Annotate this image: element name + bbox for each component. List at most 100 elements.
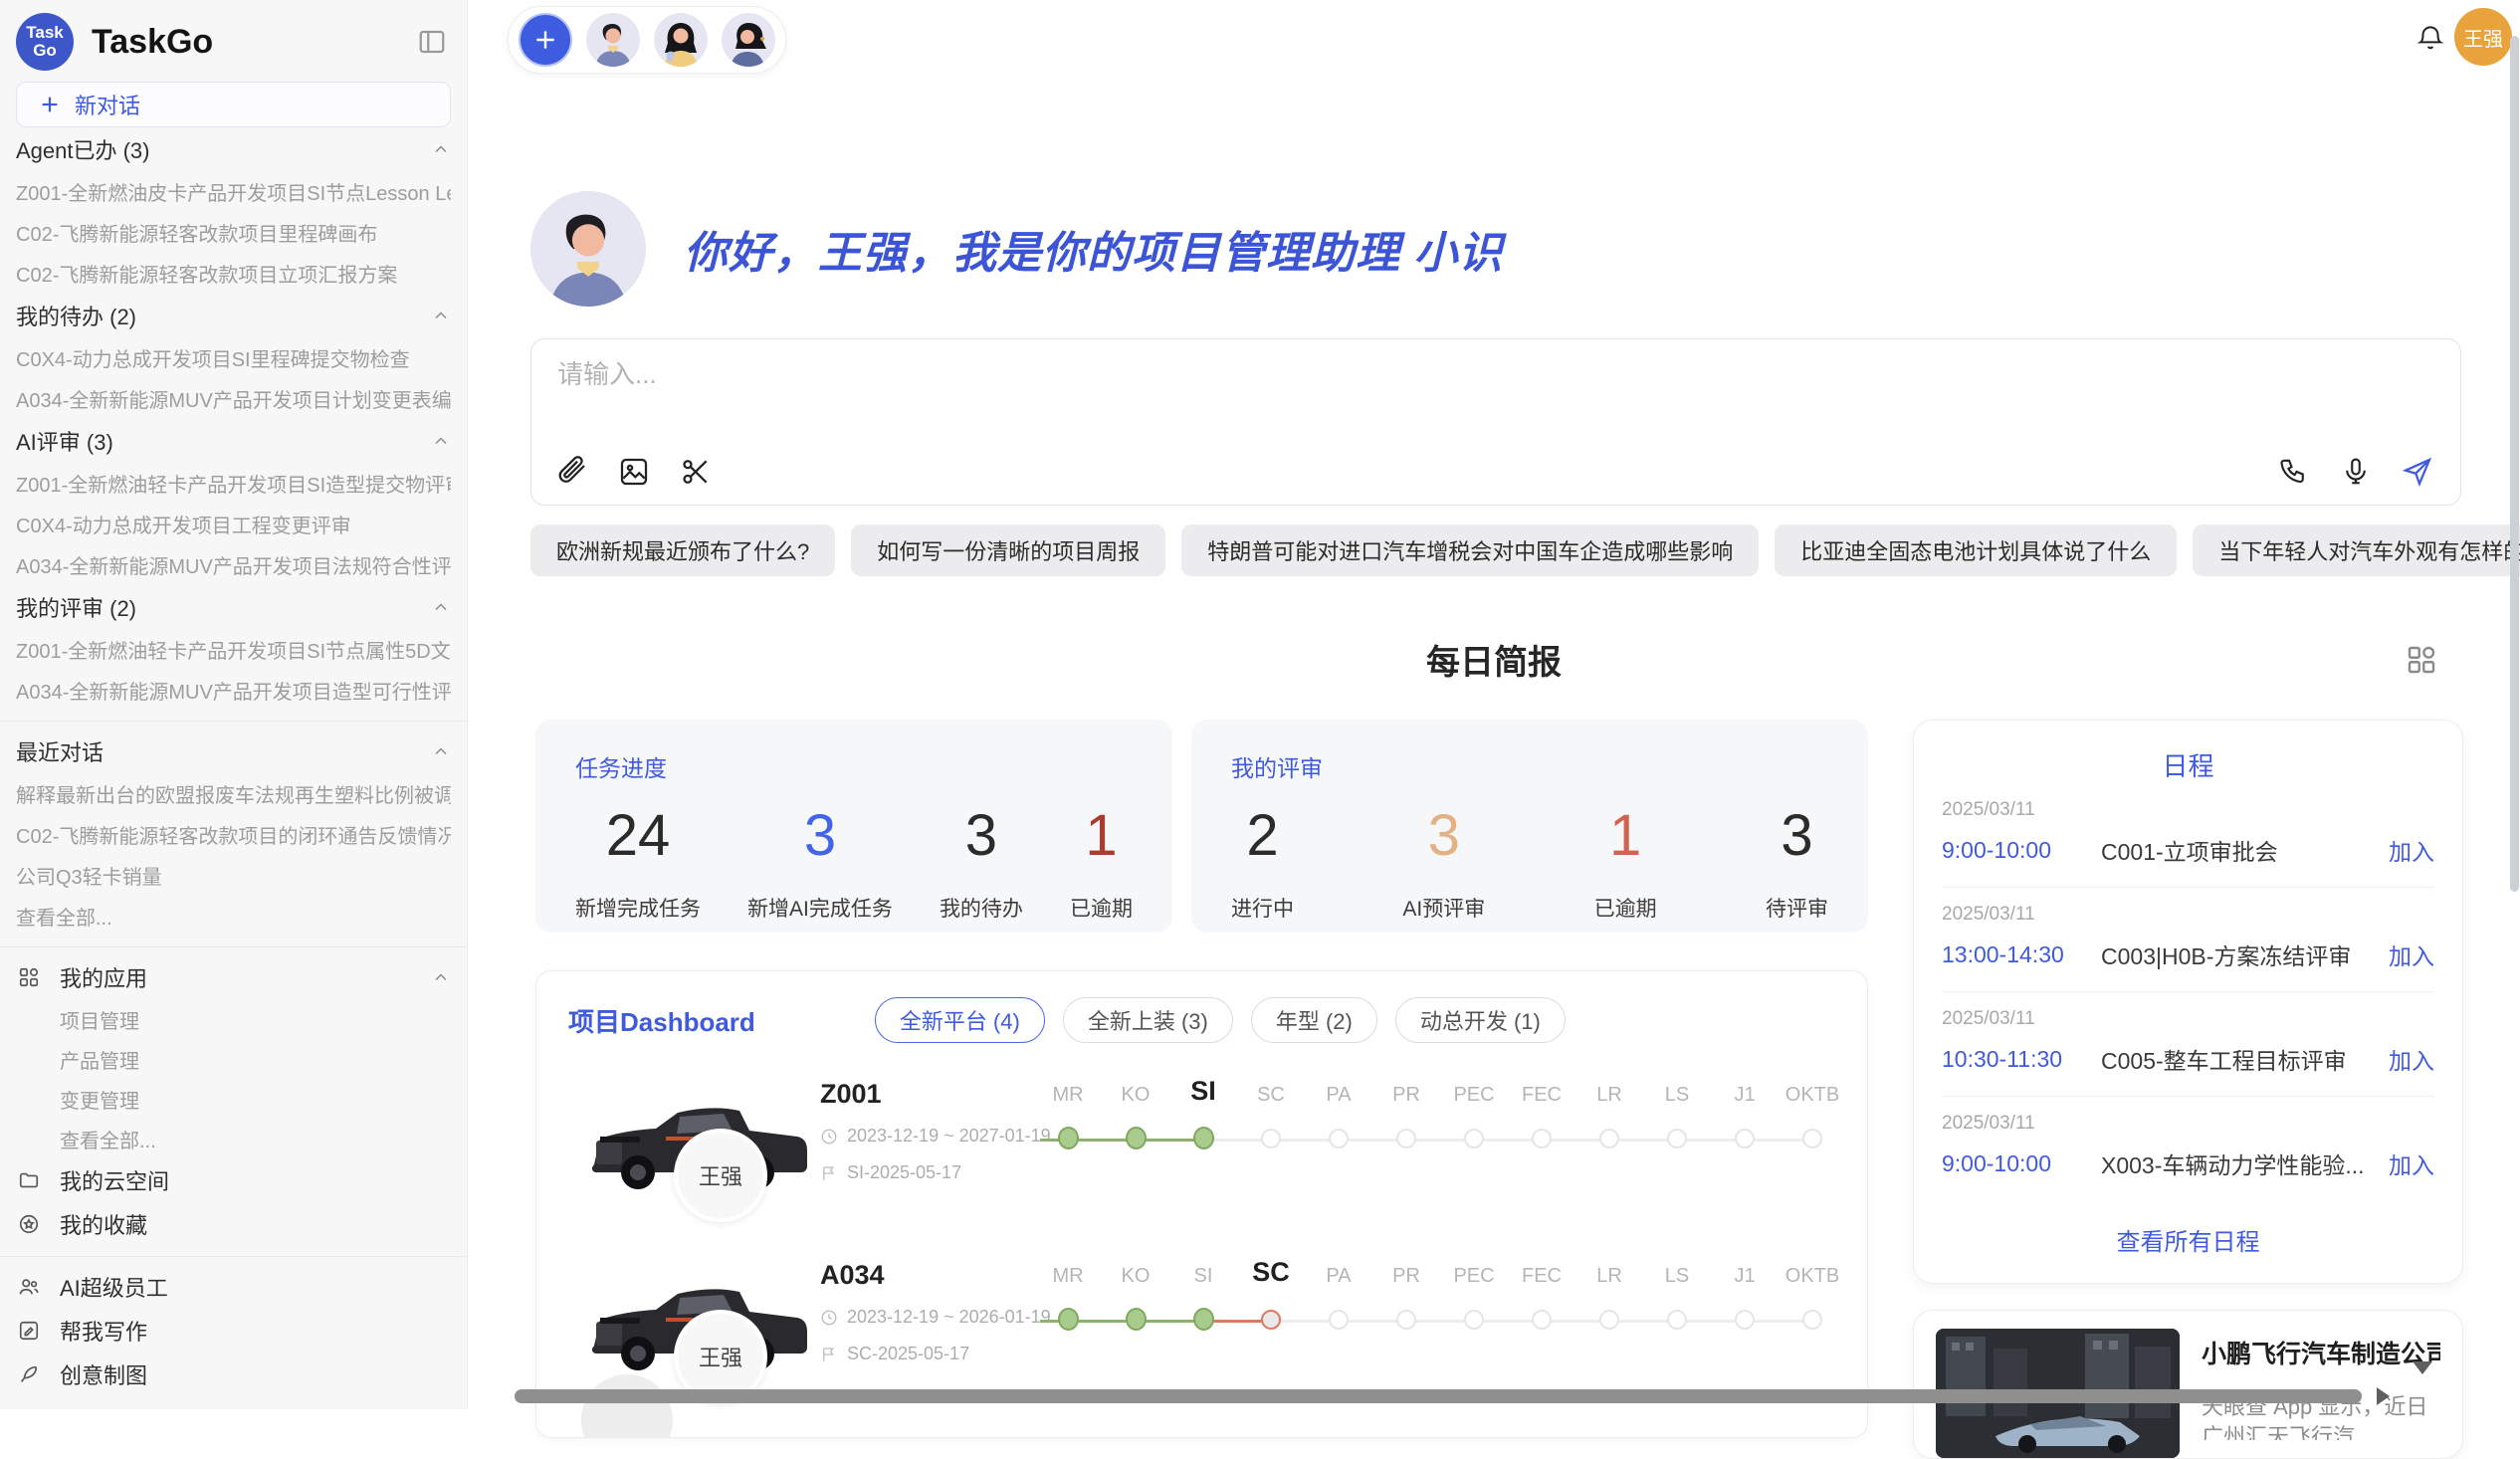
sidebar-item[interactable]: Z001-全新燃油轻卡产品开发项目SI节点属性5D文件评审	[16, 629, 451, 670]
chevron-up-icon[interactable]	[431, 139, 451, 159]
milestone-label: MR	[1052, 1071, 1083, 1107]
join-link[interactable]: 加入	[2389, 1146, 2434, 1180]
dashboard-header: 项目Dashboard 全新平台 (4)全新上装 (3)年型 (2)动总开发 (…	[536, 971, 1867, 1043]
app-submenu-item[interactable]: 产品管理	[16, 1039, 451, 1079]
chevron-up-icon[interactable]	[431, 967, 451, 987]
notification-bell-icon[interactable]	[2411, 18, 2450, 58]
schedule-item: 2025/03/11 10:30-11:30 C005-整车工程目标评审 加入	[1942, 992, 2434, 1097]
ai-super-staff-item[interactable]: AI超级员工	[16, 1265, 451, 1309]
recent-chat-item[interactable]: C02-飞腾新能源轻客改款项目的闭环通告反馈情况	[16, 814, 451, 855]
sidebar-item[interactable]: A034-全新新能源MUV产品开发项目法规符合性评审	[16, 544, 451, 585]
milestone-label: PEC	[1453, 1252, 1494, 1288]
chevron-up-icon[interactable]	[431, 306, 451, 325]
milestone-label: KO	[1122, 1071, 1151, 1107]
milestone-dot	[1532, 1310, 1552, 1330]
suggestion-chip[interactable]: 欧洲新规最近颁布了什么?	[530, 524, 835, 576]
recent-view-all[interactable]: 查看全部...	[16, 896, 451, 937]
section-header[interactable]: 我的评审 (2)	[16, 585, 451, 629]
app-submenu-item[interactable]: 查看全部...	[16, 1119, 451, 1158]
layout-grid-icon[interactable]	[2404, 642, 2439, 678]
sidebar-item[interactable]: C0X4-动力总成开发项目工程变更评审	[16, 504, 451, 544]
news-card[interactable]: 小鹏飞行汽车制造公司增资 天眼查 App 显示，近日广州汇天飞行汽	[1913, 1310, 2463, 1459]
section-header[interactable]: AI评审 (3)	[16, 419, 451, 463]
stat-item: 3 新增AI完成任务	[747, 801, 893, 923]
composer-right-tools	[2277, 455, 2434, 489]
horizontal-scrollbar[interactable]	[515, 1389, 2362, 1403]
project-info: Z001 2023-12-19 ~ 2027-01-19 SI-2025-05-…	[820, 1079, 1019, 1183]
sidebar-item[interactable]: Z001-全新燃油轻卡产品开发项目SI造型提交物评审	[16, 463, 451, 504]
phone-call-icon[interactable]	[2277, 455, 2311, 489]
milestone-dot	[1735, 1310, 1755, 1330]
attachment-icon[interactable]	[555, 455, 589, 489]
suggestion-chip[interactable]: 特朗普可能对进口汽车增税会对中国车企造成哪些影响	[1181, 524, 1759, 576]
join-link[interactable]: 加入	[2389, 938, 2434, 971]
task-progress-stats: 24 新增完成任务 3 新增AI完成任务 3 我的待办 1	[575, 801, 1133, 923]
app-title: TaskGo	[92, 23, 413, 62]
recent-chat-item[interactable]: 公司Q3轻卡销量	[16, 855, 451, 896]
filter-chip[interactable]: 动总开发 (1)	[1395, 997, 1566, 1043]
new-chat-button[interactable]: 新对话	[16, 82, 451, 127]
sidebar-item[interactable]: C02-飞腾新能源轻客改款项目里程碑画布	[16, 212, 451, 253]
recent-chat-item[interactable]: 解释最新出台的欧盟报废车法规再生塑料比例被调至15%...	[16, 773, 451, 814]
send-icon[interactable]	[2401, 455, 2434, 489]
milestone-dot	[1599, 1310, 1619, 1330]
milestone-dot	[1464, 1310, 1484, 1330]
favorites-label: 我的收藏	[60, 1208, 451, 1240]
chat-input[interactable]	[557, 359, 1951, 390]
sidebar-item[interactable]: C02-飞腾新能源轻客改款项目立项汇报方案	[16, 253, 451, 294]
sidebar-item[interactable]: A034-全新新能源MUV产品开发项目计划变更表编写	[16, 378, 451, 419]
creative-draw-item[interactable]: 创意制图	[16, 1353, 451, 1396]
filter-chip[interactable]: 年型 (2)	[1251, 997, 1377, 1043]
feather-pen-icon	[16, 1363, 42, 1385]
app-submenu-item[interactable]: 变更管理	[16, 1079, 451, 1119]
section-header[interactable]: Agent已办 (3)	[16, 127, 451, 171]
filter-chip[interactable]: 全新上装 (3)	[1063, 997, 1233, 1043]
divider	[0, 946, 467, 947]
suggestion-chip[interactable]: 如何写一份清晰的项目周报	[851, 524, 1165, 576]
my-apps-header[interactable]: 我的应用	[16, 955, 451, 999]
join-link[interactable]: 加入	[2389, 1042, 2434, 1076]
milestone-connector	[1040, 1139, 1060, 1142]
filter-chip[interactable]: 全新平台 (4)	[875, 997, 1045, 1043]
assistant-avatar-2[interactable]	[654, 13, 708, 67]
recent-header[interactable]: 最近对话	[16, 730, 451, 773]
scissors-icon[interactable]	[679, 455, 713, 489]
write-icon	[16, 1320, 42, 1342]
milestone-label: FEC	[1522, 1071, 1562, 1107]
assistant-avatar-1[interactable]	[586, 13, 640, 67]
microphone-icon[interactable]	[2339, 455, 2373, 489]
schedule-title: 日程	[1942, 746, 2434, 783]
cloud-space-item[interactable]: 我的云空间	[16, 1158, 451, 1202]
stat-value: 3	[1766, 801, 1828, 871]
project-row[interactable]: 王强 Z001 2023-12-19 ~ 2027-01-19 SI-2025-…	[536, 1057, 1867, 1224]
section-header[interactable]: 我的待办 (2)	[16, 294, 451, 337]
project-row[interactable]: 王强 A034 2023-12-19 ~ 2026-01-19 SC-2025-…	[536, 1238, 1867, 1405]
vertical-scrollbar[interactable]	[2510, 36, 2519, 892]
suggestion-chip[interactable]: 比亚迪全固态电池计划具体说了什么	[1775, 524, 2177, 576]
suggestion-chip[interactable]: 当下年轻人对汽车外观有怎样的喜好趋势	[2193, 524, 2520, 576]
sidebar-item[interactable]: A034-全新新能源MUV产品开发项目造型可行性评审	[16, 670, 451, 711]
image-icon[interactable]	[617, 455, 651, 489]
project-info: A034 2023-12-19 ~ 2026-01-19 SC-2025-05-…	[820, 1260, 1019, 1364]
app-submenu-item[interactable]: 项目管理	[16, 999, 451, 1039]
assistant-avatar-3[interactable]	[722, 13, 775, 67]
section-title: AI评审 (3)	[16, 425, 431, 457]
stat-item: 3 待评审	[1766, 801, 1828, 923]
chevron-up-icon[interactable]	[431, 741, 451, 761]
sidebar-item[interactable]: C0X4-动力总成开发项目SI里程碑提交物检查	[16, 337, 451, 378]
milestone-dot	[1735, 1129, 1755, 1148]
join-link[interactable]: 加入	[2389, 833, 2434, 867]
scroll-right-arrow-icon[interactable]	[2377, 1387, 2390, 1405]
help-write-item[interactable]: 帮我写作	[16, 1309, 451, 1353]
flag-icon	[820, 1346, 838, 1363]
add-assistant-button[interactable]	[519, 13, 572, 67]
chevron-up-icon[interactable]	[431, 431, 451, 451]
user-avatar[interactable]: 王强	[2454, 8, 2512, 66]
my-review-card: 我的评审 2 进行中 3 AI预评审 1 已逾期	[1191, 720, 1868, 933]
view-all-schedule-link[interactable]: 查看所有日程	[1942, 1222, 2434, 1257]
scroll-down-indicator-icon[interactable]	[2413, 1361, 2432, 1374]
sidebar-collapse-icon[interactable]	[413, 23, 451, 61]
sidebar-item[interactable]: Z001-全新燃油皮卡产品开发项目SI节点Lesson Learn报告	[16, 171, 451, 212]
chevron-up-icon[interactable]	[431, 597, 451, 617]
favorites-item[interactable]: 我的收藏	[16, 1202, 451, 1246]
